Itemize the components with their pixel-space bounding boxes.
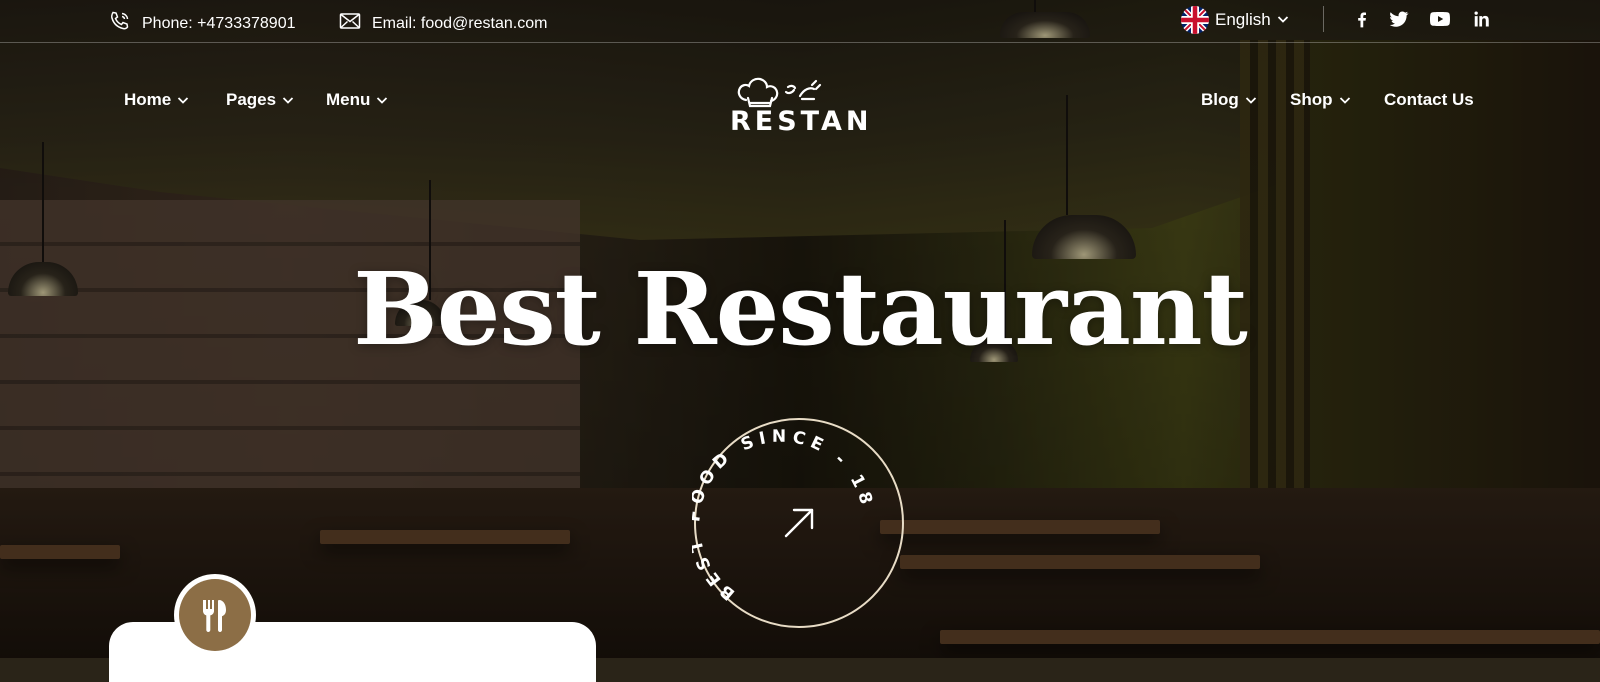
chevron-down-icon [1277,10,1289,30]
phone-contact[interactable]: Phone: +4733378901 [108,9,295,38]
nav-blog[interactable]: Blog [1201,90,1257,110]
chevron-down-icon [1339,97,1350,104]
nav-pages-label: Pages [226,90,277,109]
youtube-icon[interactable] [1427,8,1453,30]
nav-blog-label: Blog [1201,90,1239,109]
chevron-down-icon [178,97,189,104]
phone-icon [108,9,132,38]
feature-icon-circle [174,574,256,656]
nav-pages[interactable]: Pages [226,90,294,110]
email-text: Email: food@restan.com [372,14,548,32]
nav-shop[interactable]: Shop [1290,90,1351,110]
nav-home-label: Home [124,90,172,109]
email-contact[interactable]: Email: food@restan.com [338,9,547,38]
nav-contact-us[interactable]: Contact Us [1384,90,1474,110]
badge-text: BEST FOOD SINCE - 1865 [683,401,872,604]
svg-text:BEST FOOD SINCE - 1865: BEST FOOD SINCE - 1865 [692,416,877,604]
linkedin-icon[interactable] [1468,8,1494,30]
top-bar: Phone: +4733378901 Email: food@restan.co… [0,0,1600,43]
language-selector[interactable]: English [1181,6,1289,34]
logo-text: RESTAN [730,106,873,137]
hero-title: Best Restaurant [353,250,1248,368]
uk-flag-icon [1181,6,1209,34]
fork-knife-icon [203,600,226,632]
restan-logo[interactable]: RESTAN [730,66,873,137]
nav-contact-us-label: Contact Us [1384,90,1474,109]
chevron-down-icon [377,97,388,104]
arrow-up-right-icon [784,508,814,538]
nav-shop-label: Shop [1290,90,1333,109]
nav-home[interactable]: Home [124,90,189,110]
nav-menu[interactable]: Menu [326,90,388,110]
chevron-down-icon [282,97,294,104]
envelope-icon [338,9,362,38]
facebook-icon[interactable] [1349,8,1375,30]
language-label: English [1215,10,1271,29]
chef-hat-icon [737,77,822,108]
twitter-icon[interactable] [1386,8,1412,30]
best-food-since-badge[interactable]: BEST FOOD SINCE - 1865 [683,401,906,630]
chevron-down-icon [1245,97,1256,104]
topbar-divider [1323,6,1324,32]
nav-menu-label: Menu [326,90,371,109]
phone-text: Phone: +4733378901 [142,14,296,32]
